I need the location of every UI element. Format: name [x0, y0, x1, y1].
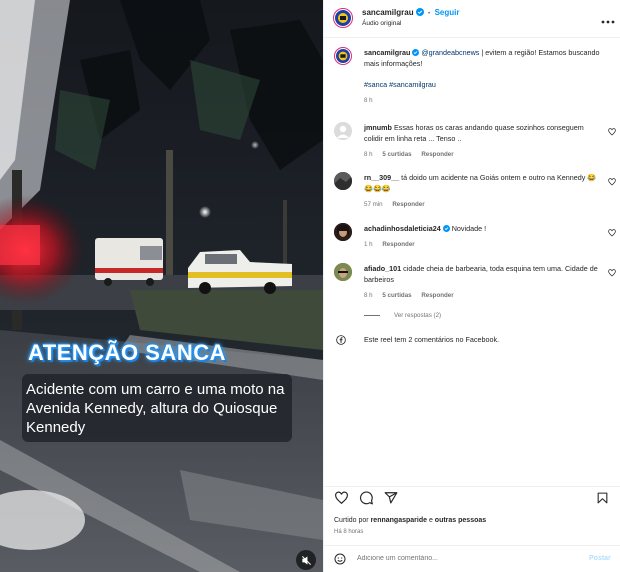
caption-username[interactable]: sancamilgrau [364, 48, 410, 57]
comment-time[interactable]: 8 h [364, 292, 373, 299]
heart-icon[interactable] [608, 269, 616, 277]
caption-avatar[interactable] [334, 47, 352, 65]
likes-user[interactable]: rennangasparide [371, 517, 427, 524]
heart-icon[interactable] [608, 128, 616, 136]
comment-time[interactable]: 1 h [364, 241, 373, 248]
comment-body: jmnumb Essas horas os caras andando quas… [364, 122, 600, 160]
comment-body: afiado_101 cidade cheia de barbearia, to… [364, 263, 600, 301]
verified-icon [412, 49, 420, 56]
view-replies-button[interactable]: Ver respostas (2) [364, 312, 441, 319]
heart-icon[interactable] [608, 229, 616, 237]
likes-others[interactable]: outras pessoas [435, 517, 486, 524]
comment-item: afiado_101 cidade cheia de barbearia, to… [334, 263, 616, 307]
mute-icon [301, 555, 311, 565]
comment-body: rn__309__ tá doido um acidente na Goiás … [364, 172, 600, 210]
post-timestamp[interactable]: Há 8 horas [334, 529, 363, 535]
comment-avatar[interactable] [334, 172, 352, 190]
facebook-note-text: Este reel tem 2 comentários no Facebook. [364, 335, 500, 344]
author-username[interactable]: sancamilgrau [362, 8, 414, 17]
comment-time[interactable]: 8 h [364, 151, 373, 158]
post-actions: Curtido por rennangasparide e outras pes… [324, 486, 620, 544]
comment-text: Novidade ! [451, 224, 487, 233]
video-caption-text: Acidente com um carro e uma moto na Aven… [26, 381, 285, 436]
post-header: sancamilgrau • Seguir Áudio original [324, 0, 620, 38]
reply-button[interactable]: Responder [392, 201, 424, 208]
verified-icon [415, 8, 424, 16]
comment-text: tá doido um acidente na Goiás ontem e ou… [364, 173, 597, 193]
like-button[interactable] [334, 491, 349, 505]
reel-video[interactable]: ATENÇÃO SANCA Acidente com um carro e um… [0, 0, 323, 572]
comment-username[interactable]: rn__309__ [364, 173, 399, 182]
video-caption-box: Acidente com um carro e uma moto na Aven… [22, 374, 292, 442]
comment-username[interactable]: jmnumb [364, 123, 392, 132]
comment-input[interactable] [357, 555, 557, 562]
reply-button[interactable]: Responder [382, 241, 414, 248]
caption-body: sancamilgrau @grandeabcnews | evitem a r… [364, 47, 600, 106]
caption-time[interactable]: 8 h [364, 97, 373, 104]
likes-prefix: Curtido por [334, 517, 371, 524]
comment-username[interactable]: afiado_101 [364, 264, 401, 273]
author-avatar[interactable] [333, 8, 353, 28]
view-replies-label: Ver respostas (2) [394, 312, 442, 319]
caption-mention[interactable]: @grandeabcnews [421, 48, 479, 57]
comment-text: Essas horas os caras andando quase sozin… [364, 123, 584, 143]
follow-button[interactable]: Seguir [435, 8, 460, 17]
share-button[interactable] [384, 491, 398, 505]
post-sidebar: sancamilgrau • Seguir Áudio original san… [323, 0, 620, 572]
comment-likes[interactable]: 5 curtidas [382, 292, 411, 299]
user-photo-icon [334, 263, 352, 281]
mute-button[interactable] [296, 550, 316, 570]
verified-icon [442, 225, 450, 232]
video-title-overlay: ATENÇÃO SANCA [28, 340, 226, 365]
caption-hashtags[interactable]: #sanca #sancamilgrau [364, 79, 600, 90]
header-separator: • [428, 10, 431, 17]
author-logo-icon [335, 10, 351, 26]
video-frame [0, 0, 323, 572]
comment-avatar[interactable] [334, 122, 352, 140]
caption-meta: 8 h [364, 95, 600, 106]
likes-middle: e [427, 517, 435, 524]
replies-divider [364, 315, 380, 316]
comment-body: achadinhosdaleticia24 Novidade ! 1 h Res… [364, 223, 600, 250]
heart-icon[interactable] [608, 178, 616, 186]
likes-summary: Curtido por rennangasparide e outras pes… [334, 517, 486, 524]
comments-list: sancamilgrau @grandeabcnews | evitem a r… [324, 38, 620, 486]
emoji-icon[interactable] [334, 553, 346, 565]
comment-item: jmnumb Essas horas os caras andando quas… [334, 122, 616, 166]
comment-avatar[interactable] [334, 263, 352, 281]
comment-likes[interactable]: 5 curtidas [382, 151, 411, 158]
user-photo-icon [334, 223, 352, 241]
user-photo-icon [334, 172, 352, 190]
more-options-button[interactable] [601, 11, 615, 27]
facebook-comments-note: Este reel tem 2 comentários no Facebook. [336, 334, 606, 348]
comment-avatar[interactable] [334, 223, 352, 241]
comment-meta: 57 min Responder [364, 199, 600, 210]
reply-button[interactable]: Responder [421, 151, 453, 158]
facebook-icon [336, 335, 346, 345]
caption-comment: sancamilgrau @grandeabcnews | evitem a r… [334, 47, 616, 117]
comment-username[interactable]: achadinhosdaleticia24 [364, 224, 441, 233]
comment-item: achadinhosdaleticia24 Novidade ! 1 h Res… [334, 223, 616, 253]
comment-time[interactable]: 57 min [364, 201, 383, 208]
author-logo-icon [336, 49, 350, 63]
default-avatar-icon [337, 125, 349, 138]
reply-button[interactable]: Responder [421, 292, 453, 299]
comment-composer: Postar [324, 545, 620, 572]
comment-meta: 8 h 5 curtidas Responder [364, 149, 600, 160]
comment-button[interactable] [359, 491, 374, 505]
save-button[interactable] [596, 491, 609, 505]
more-icon [601, 20, 615, 24]
audio-label[interactable]: Áudio original [362, 20, 401, 27]
header-author-line: sancamilgrau • Seguir [362, 8, 459, 17]
post-modal: ATENÇÃO SANCA Acidente com um carro e um… [0, 0, 620, 572]
comment-meta: 1 h Responder [364, 239, 600, 250]
comment-item: rn__309__ tá doido um acidente na Goiás … [334, 172, 616, 212]
post-comment-button[interactable]: Postar [589, 555, 611, 562]
comment-meta: 8 h 5 curtidas Responder [364, 290, 600, 301]
